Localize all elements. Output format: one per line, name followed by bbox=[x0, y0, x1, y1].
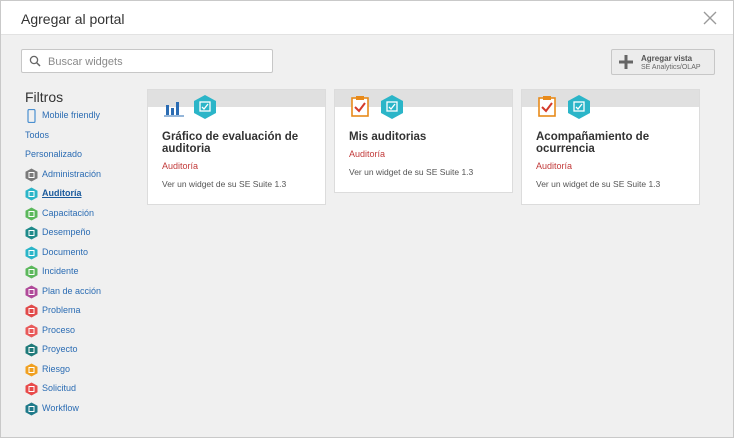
auditoria-icon bbox=[194, 95, 216, 119]
card-description: Ver un widget de su SE Suite 1.3 bbox=[162, 179, 287, 189]
proceso-icon bbox=[25, 324, 38, 337]
add-view-sublabel: SE Analytics/OLAP bbox=[641, 64, 701, 71]
filter-item[interactable]: Proceso bbox=[25, 322, 135, 340]
filter-item[interactable]: Todos bbox=[25, 127, 135, 145]
filter-item-label: Proceso bbox=[42, 324, 76, 335]
filter-item-label: Administración bbox=[42, 168, 102, 179]
filter-item-label: Solicitud bbox=[42, 383, 77, 393]
card-title: Mis auditorias bbox=[349, 131, 427, 143]
add-view-button[interactable]: Agregar vista SE Analytics/OLAP bbox=[611, 49, 715, 75]
desempeno-icon bbox=[25, 226, 38, 240]
clipboard-check-icon bbox=[351, 96, 369, 117]
filter-item[interactable]: Administración bbox=[25, 166, 135, 184]
widget-card[interactable]: Gráfico de evaluación de auditoria Audit… bbox=[147, 89, 326, 205]
filter-item[interactable]: Plan de acción bbox=[25, 283, 135, 301]
card-description: Ver un widget de su SE Suite 1.3 bbox=[349, 167, 474, 177]
proyecto-icon bbox=[25, 343, 38, 357]
filter-item-label: Capacitación bbox=[42, 207, 95, 218]
riesgo-icon bbox=[25, 363, 38, 376]
filter-item[interactable]: Incidente bbox=[25, 263, 135, 281]
filter-item-label: Personalizado bbox=[25, 149, 83, 159]
filter-item[interactable]: Documento bbox=[25, 244, 135, 262]
card-description: Ver un widget de su SE Suite 1.3 bbox=[536, 179, 661, 189]
workflow-icon bbox=[25, 402, 38, 415]
filter-item-label: Proyecto bbox=[42, 344, 78, 354]
dialog-titlebar: Agregar al portal bbox=[1, 1, 733, 35]
filter-item[interactable]: Mobile friendly bbox=[25, 107, 135, 125]
filter-item-label: Riesgo bbox=[42, 363, 71, 374]
filter-item-label: Incidente bbox=[42, 266, 79, 276]
card-category: Auditoría bbox=[536, 161, 573, 171]
documento-icon bbox=[25, 246, 38, 259]
auditoria-icon bbox=[25, 187, 38, 201]
search-input[interactable] bbox=[48, 53, 268, 70]
card-title: Acompañamiento de ocurrencia bbox=[536, 131, 650, 155]
filter-item-label: Todos bbox=[25, 129, 50, 140]
filter-item-label: Workflow bbox=[42, 402, 79, 413]
filter-item[interactable]: Solicitud bbox=[25, 380, 135, 398]
dialog-title: Agregar al portal bbox=[21, 11, 125, 27]
filter-item-label: Mobile friendly bbox=[42, 110, 101, 120]
filter-item-label: Auditoría bbox=[42, 188, 82, 198]
plan-accion-icon bbox=[25, 285, 38, 298]
card-category: Auditoría bbox=[162, 161, 199, 171]
auditoria-icon bbox=[568, 95, 590, 119]
filter-item[interactable]: Desempeño bbox=[25, 224, 135, 242]
clipboard-check-icon bbox=[538, 96, 556, 117]
solicitud-icon bbox=[25, 382, 38, 396]
filter-item-label: Documento bbox=[42, 246, 89, 257]
capacitacion-icon bbox=[25, 207, 38, 220]
filters-title: Filtros bbox=[25, 89, 64, 105]
filter-item[interactable]: Auditoría bbox=[25, 185, 135, 203]
filter-item-label: Plan de acción bbox=[42, 285, 102, 296]
widget-card[interactable]: Mis auditorias Auditoría Ver un widget d… bbox=[334, 89, 513, 193]
mobile-icon bbox=[27, 109, 36, 123]
filter-item-label: Problema bbox=[42, 305, 81, 315]
filter-item[interactable]: Workflow bbox=[25, 400, 135, 418]
incidente-icon bbox=[25, 265, 38, 279]
filter-item[interactable]: Personalizado bbox=[25, 146, 135, 164]
filter-item[interactable]: Riesgo bbox=[25, 361, 135, 379]
card-title: Gráfico de evaluación de auditoria bbox=[162, 131, 299, 155]
filter-item[interactable]: Capacitación bbox=[25, 205, 135, 223]
bar-chart-icon bbox=[164, 102, 184, 117]
add-to-portal-dialog: Agregar al portal Agregar vista SE Analy… bbox=[0, 0, 734, 438]
plus-icon bbox=[619, 55, 633, 69]
search-icon bbox=[29, 55, 41, 67]
widget-card[interactable]: Acompañamiento de ocurrencia Auditoría V… bbox=[521, 89, 700, 205]
card-category: Auditoría bbox=[349, 149, 386, 159]
administracion-icon bbox=[25, 168, 38, 181]
search-box bbox=[21, 49, 273, 73]
problema-icon bbox=[25, 304, 38, 318]
close-icon[interactable] bbox=[703, 11, 717, 25]
filter-item[interactable]: Problema bbox=[25, 302, 135, 320]
filter-item-label: Desempeño bbox=[42, 227, 91, 237]
auditoria-icon bbox=[381, 95, 403, 119]
add-view-label: Agregar vista bbox=[641, 54, 693, 63]
filter-item[interactable]: Proyecto bbox=[25, 341, 135, 359]
